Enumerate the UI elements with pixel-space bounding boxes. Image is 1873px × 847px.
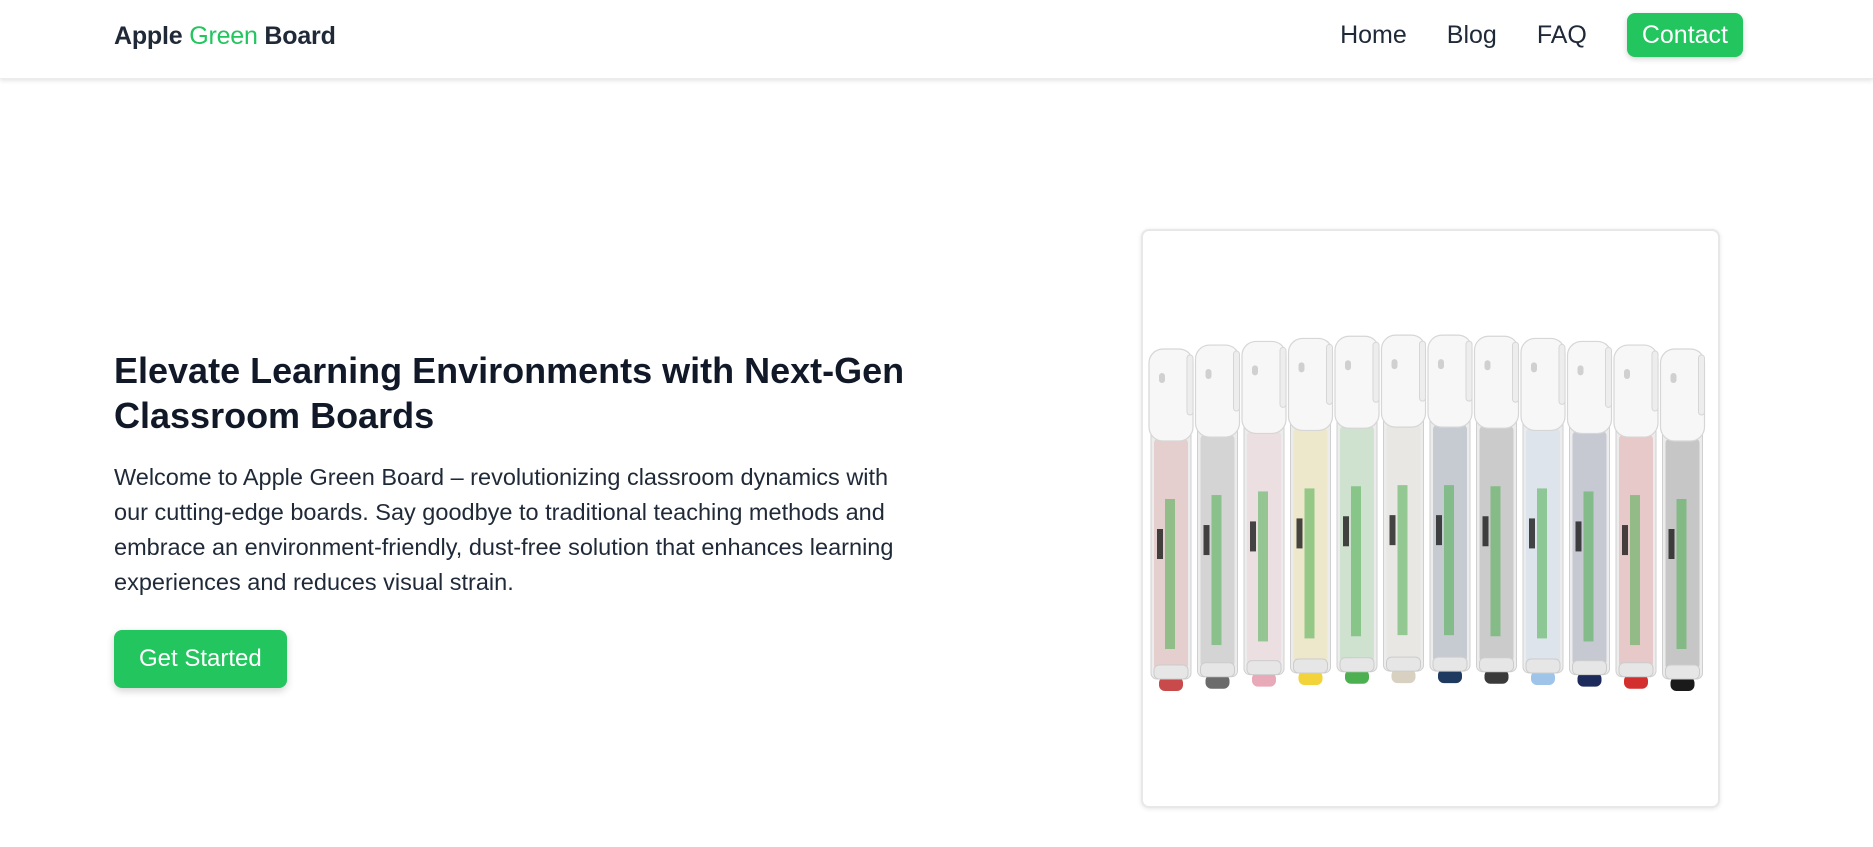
hero-image-card (1141, 229, 1720, 808)
marker-pen (1566, 340, 1613, 687)
marker-pen (1334, 335, 1380, 684)
brand-part-green: Green (189, 22, 258, 50)
marker-pen (1427, 334, 1473, 684)
hero-description: Welcome to Apple Green Board – revolutio… (114, 464, 894, 595)
contact-button[interactable]: Contact (1626, 13, 1743, 57)
marker-pen (1613, 344, 1659, 689)
marker-pen (1241, 340, 1287, 687)
markers-image (1148, 334, 1706, 691)
nav-blog-link[interactable]: Blog (1447, 21, 1497, 50)
main-nav: Home Blog FAQ Contact (1340, 13, 1743, 57)
marker-pen (1520, 337, 1566, 685)
hero-title: Elevate Learning Environments with Next-… (114, 350, 905, 436)
nav-home-link[interactable]: Home (1340, 21, 1407, 50)
get-started-button[interactable]: Get Started (114, 630, 287, 688)
marker-pen (1148, 348, 1194, 691)
marker-pen (1659, 348, 1706, 691)
marker-pen (1380, 334, 1427, 684)
marker-pen (1473, 335, 1520, 684)
marker-pen (1287, 337, 1334, 685)
nav-faq-link[interactable]: FAQ (1537, 21, 1587, 50)
hero-section: Elevate Learning Environments with Next-… (114, 348, 914, 688)
marker-pen (1194, 344, 1241, 689)
top-navbar: Apple Green Board Home Blog FAQ Contact (0, 0, 1873, 79)
brand-part-board: Board (257, 22, 336, 50)
brand-part-apple: Apple (114, 22, 190, 50)
brand-logo[interactable]: Apple Green Board (114, 22, 336, 51)
